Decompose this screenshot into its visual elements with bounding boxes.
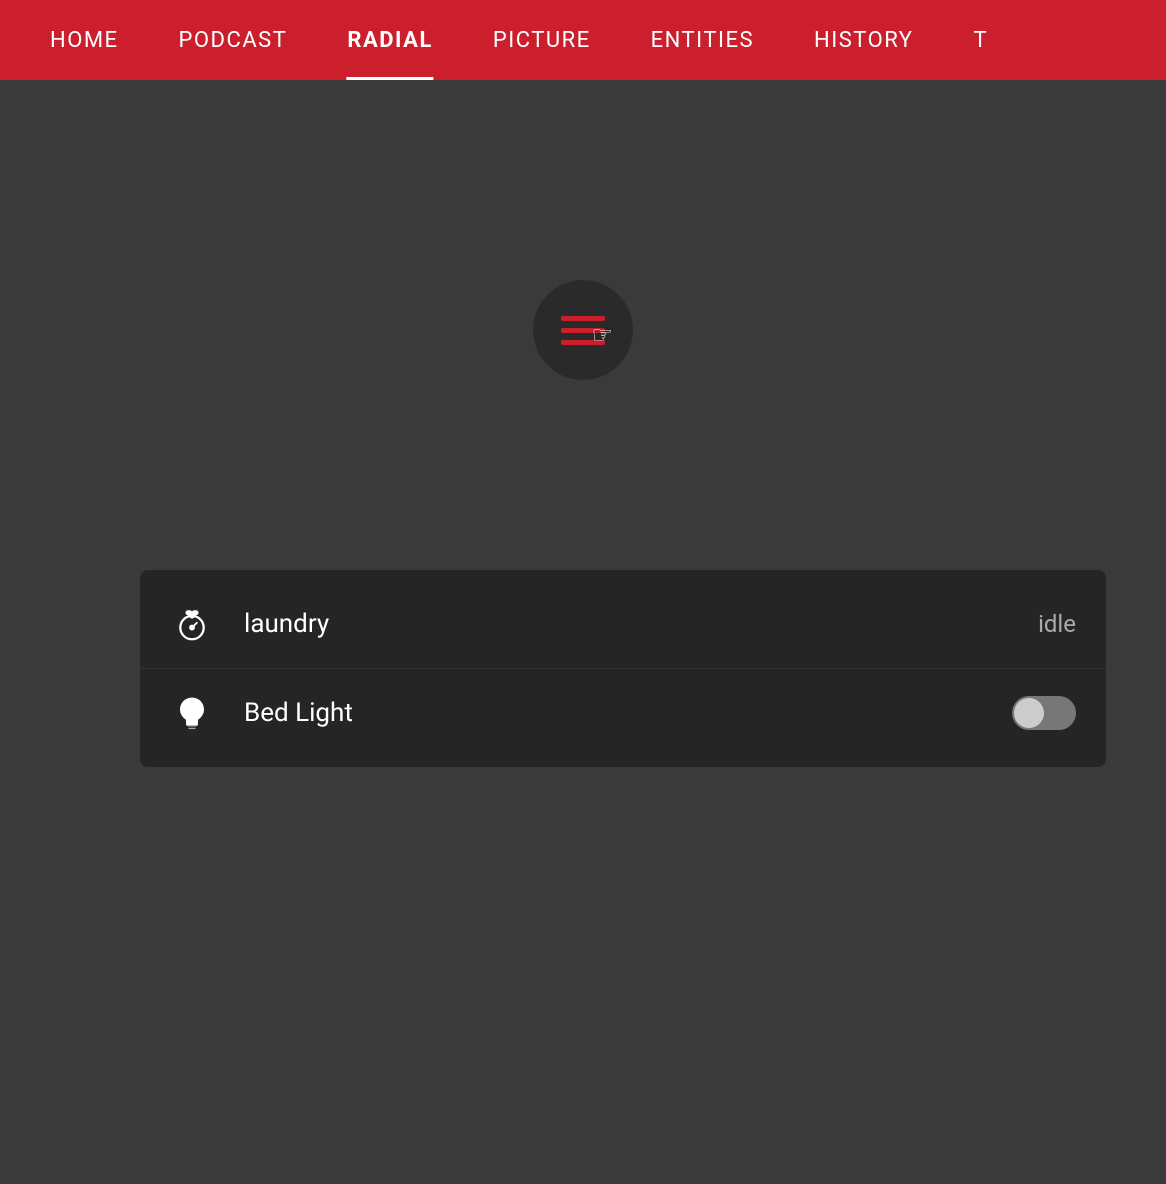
radial-lines-icon: ☞ bbox=[561, 316, 605, 345]
nav-item-picture[interactable]: PICTURE bbox=[463, 0, 621, 80]
main-content: ☞ bbox=[0, 80, 1166, 1184]
nav-item-home[interactable]: HOME bbox=[20, 0, 149, 80]
toggle-knob bbox=[1014, 698, 1044, 728]
nav-label-t: T bbox=[974, 28, 989, 53]
nav-label-history: HISTORY bbox=[814, 28, 913, 53]
bed-light-row[interactable]: Bed Light bbox=[140, 668, 1106, 757]
bed-light-toggle[interactable] bbox=[1012, 696, 1076, 730]
nav-item-entities[interactable]: ENTITIES bbox=[621, 0, 784, 80]
laundry-row[interactable]: laundry idle bbox=[140, 580, 1106, 668]
nav-item-podcast[interactable]: PODCAST bbox=[149, 0, 318, 80]
nav-item-history[interactable]: HISTORY bbox=[784, 0, 943, 80]
stopwatch-icon bbox=[170, 602, 214, 646]
nav-item-t[interactable]: T bbox=[944, 0, 1019, 80]
nav-label-entities: ENTITIES bbox=[651, 28, 754, 53]
nav-item-radial[interactable]: RADIAL bbox=[317, 0, 462, 80]
navbar: HOME PODCAST RADIAL PICTURE ENTITIES HIS… bbox=[0, 0, 1166, 80]
laundry-label: laundry bbox=[244, 609, 1038, 639]
cursor-icon: ☞ bbox=[591, 321, 613, 349]
nav-label-podcast: PODCAST bbox=[179, 28, 288, 53]
entity-panel: laundry idle Bed Light bbox=[140, 570, 1106, 767]
radial-menu-button[interactable]: ☞ bbox=[533, 280, 633, 380]
nav-label-picture: PICTURE bbox=[493, 28, 591, 53]
laundry-status: idle bbox=[1038, 610, 1076, 638]
bed-light-label: Bed Light bbox=[244, 698, 1012, 728]
nav-label-home: HOME bbox=[50, 28, 119, 53]
nav-label-radial: RADIAL bbox=[347, 28, 432, 53]
bulb-icon bbox=[170, 691, 214, 735]
